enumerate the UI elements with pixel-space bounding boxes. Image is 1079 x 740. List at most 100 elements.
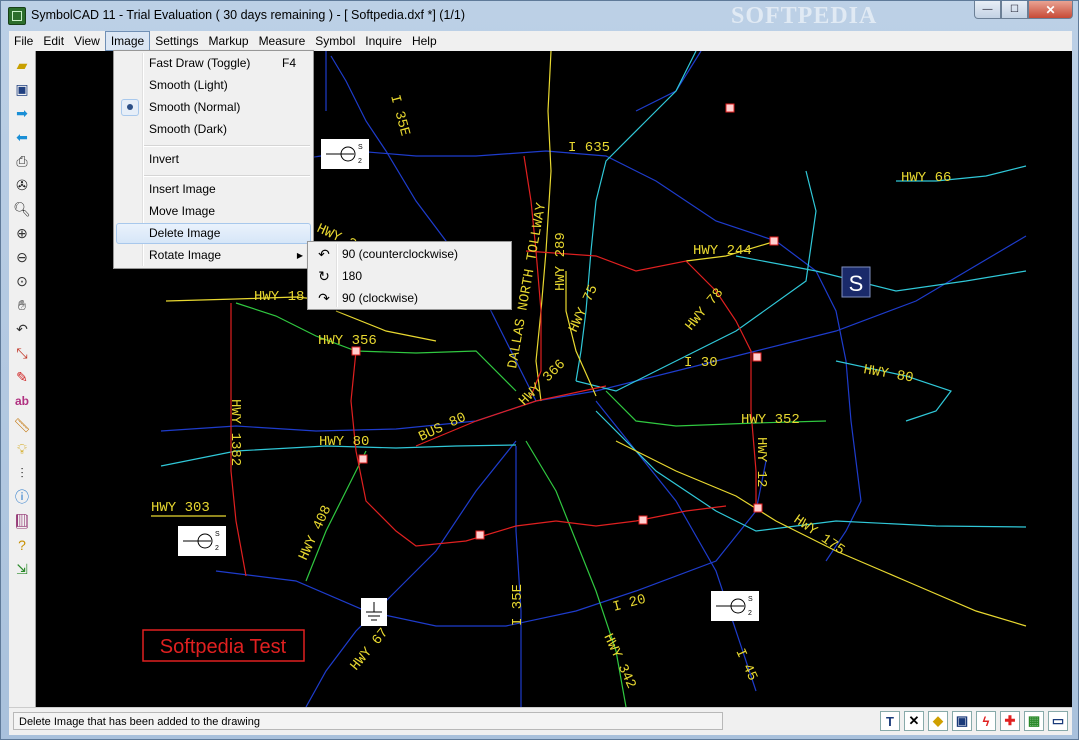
measure-ruler-icon[interactable]: 📏︎: [12, 415, 32, 435]
road-i35e-south: [515, 446, 522, 707]
menu-item-rotate-image[interactable]: Rotate Image ▶: [116, 245, 311, 266]
bulb-icon[interactable]: 💡︎: [12, 439, 32, 459]
window-title: SymbolCAD 11 - Trial Evaluation ( 30 day…: [31, 8, 465, 22]
label-hwy80-east: HWY 80: [862, 362, 914, 387]
menu-markup[interactable]: Markup: [204, 31, 254, 51]
label-hwy356: HWY 356: [318, 333, 377, 349]
menu-image[interactable]: Image: [104, 31, 151, 51]
svg-text:S: S: [358, 144, 363, 151]
menu-symbol[interactable]: Symbol: [310, 31, 360, 51]
rotate-submenu: ↶ 90 (counterclockwise) ↻ 180 ↷ 90 (cloc…: [307, 241, 512, 310]
maximize-button[interactable]: ☐: [1001, 1, 1028, 19]
submenu-item-rotate-ccw[interactable]: ↶ 90 (counterclockwise): [310, 244, 509, 265]
zoom-icon[interactable]: 🔍︎: [12, 199, 32, 219]
sliders-icon[interactable]: ⫶: [12, 463, 32, 483]
snap-icon[interactable]: ϟ: [976, 711, 996, 731]
book-icon[interactable]: 📕︎: [12, 511, 32, 531]
axis-icon[interactable]: ⤡: [12, 343, 32, 363]
svg-text:S: S: [849, 271, 864, 296]
label-hwy80-west: HWY 80: [319, 434, 369, 450]
svg-text:Softpedia Test: Softpedia Test: [160, 636, 287, 658]
app-icon[interactable]: [8, 7, 26, 25]
forward-arrow-icon[interactable]: ➡: [12, 103, 32, 123]
svg-text:S: S: [748, 596, 753, 603]
back-arrow-icon[interactable]: ⬅: [12, 127, 32, 147]
menu-separator: [144, 145, 310, 147]
symbol-box[interactable]: S 2: [711, 591, 759, 621]
text-annotation-box[interactable]: Softpedia Test: [142, 629, 305, 662]
ground-symbol-box[interactable]: [361, 598, 387, 626]
minimize-button[interactable]: —: [974, 1, 1001, 19]
menu-inquire[interactable]: Inquire: [360, 31, 407, 51]
print-icon[interactable]: ⎙: [12, 151, 32, 171]
info-icon[interactable]: ⓘ: [12, 487, 32, 507]
submenu-item-rotate-cw[interactable]: ↷ 90 (clockwise): [310, 288, 509, 309]
menu-help[interactable]: Help: [407, 31, 442, 51]
label-i35e-bot: I 35E: [510, 584, 526, 626]
menu-edit[interactable]: Edit: [38, 31, 69, 51]
label-hwy244: HWY 244: [693, 243, 752, 259]
pan-hand-icon[interactable]: ✋︎: [12, 295, 32, 315]
window-icon[interactable]: ▣: [952, 711, 972, 731]
rotate-ccw-icon: ↶: [318, 246, 330, 262]
road-hwy342: [525, 440, 627, 707]
submenu-item-rotate-180[interactable]: ↻ 180: [310, 266, 509, 287]
menu-bar: File Edit View Image Settings Markup Mea…: [9, 31, 1072, 51]
softpedia-s-logo[interactable]: S: [841, 266, 871, 298]
help-icon[interactable]: ?: [12, 535, 32, 555]
marker-square[interactable]: [769, 236, 779, 246]
marker-square[interactable]: [725, 103, 735, 113]
status-bar: Delete Image that has been added to the …: [9, 707, 1072, 735]
close-button[interactable]: ✕: [1028, 1, 1073, 19]
menu-item-delete-image[interactable]: Delete Image: [116, 223, 311, 244]
menu-view[interactable]: View: [69, 31, 105, 51]
monitor-icon[interactable]: ▭: [1048, 711, 1068, 731]
zoom-window-icon[interactable]: ⊙: [12, 271, 32, 291]
save-icon[interactable]: ▣: [12, 79, 32, 99]
symbol-box[interactable]: S 2: [178, 526, 226, 556]
svg-text:S: S: [215, 531, 220, 538]
marker-square[interactable]: [638, 515, 648, 525]
road-bus80: [415, 385, 607, 447]
image-menu-dropdown: Fast Draw (Toggle) F4 Smooth (Light) Smo…: [113, 50, 314, 269]
menu-item-smooth-light[interactable]: Smooth (Light): [116, 75, 311, 96]
layers-icon[interactable]: ◆: [928, 711, 948, 731]
pencil-icon[interactable]: ✎: [12, 367, 32, 387]
menu-item-smooth-dark[interactable]: Smooth (Dark): [116, 119, 311, 140]
binoculars-icon[interactable]: ✇: [12, 175, 32, 195]
marker-square[interactable]: [475, 530, 485, 540]
menu-settings[interactable]: Settings: [150, 31, 203, 51]
marker-square[interactable]: [358, 454, 368, 464]
label-hwy408: HWY 408: [296, 503, 335, 563]
color-tool-icon[interactable]: ✚: [1000, 711, 1020, 731]
marker-square[interactable]: [351, 346, 361, 356]
shortcut-f4: F4: [282, 56, 297, 70]
palette-icon[interactable]: ▦: [1024, 711, 1044, 731]
watermark: SOFTPEDIA: [731, 3, 878, 29]
symbol-box[interactable]: S 2: [321, 139, 369, 169]
svg-text:2: 2: [748, 610, 752, 617]
open-file-icon[interactable]: ▰: [12, 55, 32, 75]
menu-item-invert[interactable]: Invert: [116, 149, 311, 170]
label-hwy289: HWY 289: [553, 232, 569, 291]
zoom-in-icon[interactable]: ⊕: [12, 223, 32, 243]
marker-square[interactable]: [753, 503, 763, 513]
exit-icon[interactable]: ⇲: [12, 559, 32, 579]
menu-item-move-image[interactable]: Move Image: [116, 201, 311, 222]
menu-item-insert-image[interactable]: Insert Image: [116, 179, 311, 200]
submenu-arrow-icon: ▶: [296, 251, 303, 260]
title-bar[interactable]: SymbolCAD 11 - Trial Evaluation ( 30 day…: [1, 1, 1078, 31]
menu-item-fast-draw[interactable]: Fast Draw (Toggle) F4: [116, 53, 311, 74]
menu-file[interactable]: File: [9, 31, 38, 51]
text-ab-icon[interactable]: ab: [12, 391, 32, 411]
zoom-out-icon[interactable]: ⊖: [12, 247, 32, 267]
label-i635: I 635: [568, 140, 610, 156]
marker-square[interactable]: [752, 352, 762, 362]
label-i20: I 20: [611, 592, 648, 616]
menu-measure[interactable]: Measure: [254, 31, 311, 51]
menu-item-smooth-normal[interactable]: Smooth (Normal): [116, 97, 311, 118]
text-tool-icon[interactable]: T: [880, 711, 900, 731]
undo-icon[interactable]: ↶: [12, 319, 32, 339]
delete-x-icon[interactable]: ✕: [904, 711, 924, 731]
road-i20: [215, 460, 767, 627]
